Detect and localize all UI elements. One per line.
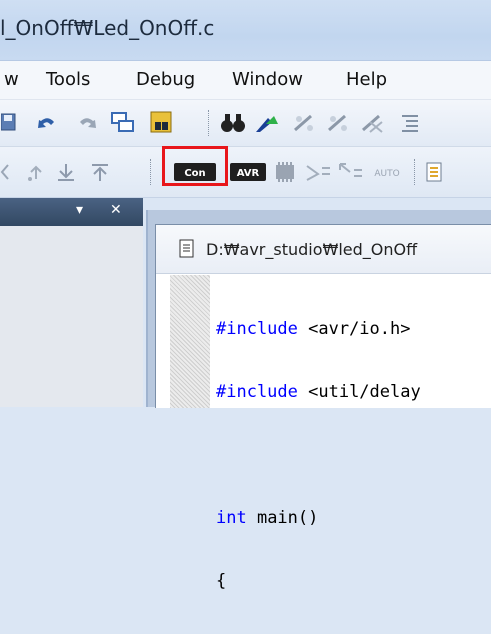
code-line: ​ [216,445,421,466]
toolbar-separator [414,159,417,185]
code-text-segment: { [216,571,227,591]
code-text[interactable]: #include <avr/io.h> #include <util/delay… [216,277,421,634]
clear-bookmarks-icon[interactable] [360,112,386,134]
chip-icon[interactable] [270,160,300,184]
step-into-icon[interactable] [24,161,46,183]
code-line: #include <util/delay [216,382,421,403]
menu-help[interactable]: Help [346,69,387,90]
stop-debug-icon[interactable] [304,160,334,184]
find-icon[interactable] [220,112,246,134]
window-title: l_OnOff₩Led_OnOff.c [0,16,215,40]
code-keyword: #include [216,382,309,402]
avr-programmer-button[interactable]: AVR [228,161,268,183]
code-text-segment: <avr/io.h> [308,319,411,339]
step-out-icon[interactable] [88,161,112,183]
code-editor-window[interactable]: D:₩avr_studio₩led_OnOff #include <avr/io… [155,224,491,591]
step-over-icon[interactable] [54,161,78,183]
document-tab[interactable]: D:₩avr_studio₩led_OnOff [156,225,491,274]
code-text-segment: <util/delay [308,382,421,402]
panel-header: ▾ ✕ [0,198,143,226]
document-title: D:₩avr_studio₩led_OnOff [206,240,418,259]
code-line: #include <avr/io.h> [216,319,421,340]
code-line: { [216,571,421,592]
toggle-bookmark-icon[interactable] [254,112,280,134]
toolbar-standard [0,100,491,147]
code-keyword: #include [216,319,309,339]
avr-label: AVR [237,168,260,179]
toolbar-separator [150,159,153,185]
previous-bookmark-icon[interactable] [326,112,352,134]
next-bookmark-icon[interactable] [292,112,318,134]
memory-window-icon[interactable] [424,160,446,184]
find-in-files-icon[interactable] [148,109,176,137]
panel-dropdown-icon[interactable]: ▾ [76,202,83,218]
toolbar-separator [208,110,211,136]
reset-icon[interactable] [336,160,366,184]
code-text-segment: main() [246,508,319,528]
document-icon [178,239,196,259]
code-line: int main() [216,508,421,529]
save-all-icon[interactable] [0,112,18,132]
redo-icon[interactable] [76,112,98,134]
menu-window[interactable]: Window [232,69,303,90]
editor-gutter [170,275,210,408]
window-titlebar: l_OnOff₩Led_OnOff.c [0,0,491,61]
panel-close-icon[interactable]: ✕ [110,202,122,218]
menu-bar: w Tools Debug Window Help [0,61,491,100]
toolbar-debug: Con AVR AUTO [0,147,491,198]
step-back-icon[interactable] [0,161,14,183]
indent-icon[interactable] [396,112,422,134]
menu-view[interactable]: w [4,69,19,90]
code-keyword: int [216,508,247,528]
auto-label: AUTO [374,169,399,179]
undo-icon[interactable] [36,112,58,134]
menu-debug[interactable]: Debug [136,69,195,90]
auto-step-button[interactable]: AUTO [370,160,404,184]
annotation-highlight-box [162,146,228,186]
window-cascade-icon[interactable] [110,110,136,136]
left-dock-panel: ▾ ✕ [0,198,143,407]
menu-tools[interactable]: Tools [46,69,90,90]
